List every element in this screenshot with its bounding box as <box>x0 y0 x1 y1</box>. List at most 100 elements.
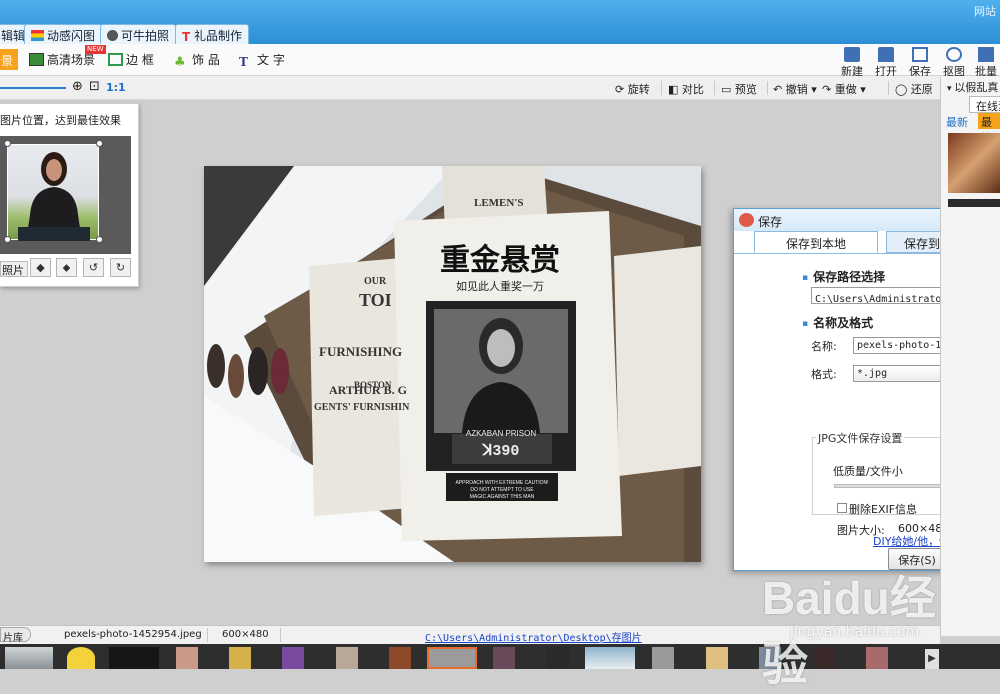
film-thumbnail[interactable] <box>493 647 515 669</box>
landscape-icon <box>29 53 44 66</box>
film-thumbnail[interactable] <box>176 647 198 669</box>
redo-button[interactable]: ↷ 重做 ▾ <box>822 81 866 97</box>
zoom-slider[interactable] <box>0 87 66 89</box>
crop-handle[interactable] <box>4 236 11 243</box>
tab-animated-gif[interactable]: 动感闪图 <box>24 24 103 45</box>
material-panel: ▾ 以假乱真 在线素 最新 最热 <box>940 76 1000 636</box>
site-label[interactable]: 网站 <box>974 3 996 19</box>
film-thumbnail[interactable] <box>5 647 53 669</box>
border-button[interactable]: 边 框 <box>108 51 154 68</box>
restore-button[interactable]: ◯ 还原 <box>895 81 933 97</box>
material-thumbnail[interactable] <box>948 199 1000 207</box>
tab-gift[interactable]: T 礼品制作 <box>175 24 250 45</box>
film-thumbnail[interactable] <box>109 647 159 669</box>
film-thumbnail[interactable] <box>706 647 728 669</box>
divider <box>767 81 768 95</box>
film-thumbnail[interactable] <box>67 647 95 669</box>
panel-tip: 图片位置，达到最佳效果 <box>0 114 121 127</box>
remove-exif-checkbox[interactable] <box>837 503 847 513</box>
tab-hottest[interactable]: 最热 <box>978 113 1000 145</box>
film-thumbnail[interactable] <box>652 647 674 669</box>
flip-horizontal-icon[interactable]: ◆ <box>30 258 51 277</box>
redo-label: 重做 <box>834 83 857 96</box>
fit-screen-icon[interactable]: ⊡ <box>89 79 100 94</box>
divider <box>280 628 281 642</box>
actual-size-button[interactable]: 1:1 <box>106 81 126 94</box>
format-label: 格式: <box>811 368 837 381</box>
file-path-link[interactable]: C:\Users\Administrator\Desktop\存图片 <box>425 629 642 644</box>
hd-scene-label: 高清场景 <box>47 53 96 67</box>
frame-icon <box>108 53 123 66</box>
divider <box>661 81 662 95</box>
film-thumbnail-selected[interactable] <box>427 647 477 669</box>
text-button[interactable]: T文 字 <box>239 51 285 69</box>
scene-button[interactable]: 景 <box>0 49 18 70</box>
tab-label: 可牛拍照 <box>121 29 170 43</box>
rotate-right-icon[interactable]: ↻ <box>110 258 131 277</box>
rotate-button[interactable]: ⟳ 旋转 <box>615 81 650 97</box>
image-dimensions: 600×480 <box>222 629 269 640</box>
preview-button[interactable]: ▭ 预览 <box>721 81 757 97</box>
tab-save-local[interactable]: 保存到本地 <box>754 231 878 253</box>
jpg-group-title: JPG文件保存设置 <box>816 430 905 446</box>
photo-library-button[interactable]: 片库 <box>0 627 31 644</box>
redo-icon: ↷ <box>822 83 835 96</box>
format-value: *.jpg <box>857 368 888 379</box>
compare-button[interactable]: ◧ 对比 <box>668 81 704 97</box>
rotate-left-icon[interactable]: ↺ <box>83 258 104 277</box>
crop-handle[interactable] <box>96 140 103 147</box>
thumbnail-preview <box>0 136 131 254</box>
undo-icon: ↶ <box>773 83 786 96</box>
edit-subtoolbar: ⊕ ⊡ 1:1 ⟳ 旋转 ◧ 对比 ▭ 预览 ↶ 撤销 ▾ ↷ 重做 ▾ ◯ 还… <box>0 76 940 100</box>
news-headline: GENTS' FURNISHIN <box>314 402 410 413</box>
restore-icon: ◯ <box>895 83 911 96</box>
photo-canvas[interactable]: 重金悬赏 如见此人重奖一万 AZKABAN PRISON ꓘ390 APPROA… <box>204 166 701 562</box>
cutout-icon <box>946 47 962 62</box>
flash-icon <box>31 30 44 41</box>
news-headline: LEMEN'S <box>474 197 524 209</box>
film-thumbnail[interactable] <box>336 647 358 669</box>
film-thumbnail[interactable] <box>813 647 835 669</box>
crop-area[interactable] <box>7 144 99 241</box>
undo-dropdown-icon[interactable]: ▾ <box>808 83 817 96</box>
news-headline: BOSTON <box>354 380 392 390</box>
save-button[interactable]: 保存 <box>906 47 934 79</box>
material-thumbnail[interactable] <box>948 133 1000 193</box>
decoration-button[interactable]: ♣ 饰 品 <box>174 51 220 70</box>
tab-camera[interactable]: 可牛拍照 <box>100 24 177 45</box>
title-bar: 网站 辑辑 动感闪图 可牛拍照 T 礼品制作 <box>0 0 1000 45</box>
film-thumbnail[interactable] <box>282 647 304 669</box>
crop-handle[interactable] <box>4 140 11 147</box>
film-thumbnail[interactable] <box>585 647 635 669</box>
redo-dropdown-icon[interactable]: ▾ <box>857 83 866 96</box>
watermark-logo: Baidu经验 <box>762 572 936 690</box>
filmstrip-next-icon[interactable]: ▶ <box>925 649 939 669</box>
film-thumbnail[interactable] <box>866 647 888 669</box>
film-thumbnail[interactable] <box>229 647 251 669</box>
camera-icon <box>107 30 118 41</box>
main-toolbar: 景 高清场景 NEW 边 框 ♣ 饰 品 T 文 字 新建 打开 保存 抠图 批量 <box>0 44 1000 79</box>
app-logo-icon <box>739 213 754 227</box>
new-button[interactable]: 新建 <box>838 47 866 79</box>
crop-handle[interactable] <box>96 236 103 243</box>
undo-button[interactable]: ↶ 撤销 ▾ <box>773 81 817 97</box>
batch-button[interactable]: 批量 <box>972 47 1000 79</box>
open-button[interactable]: 打开 <box>872 47 900 79</box>
folder-icon <box>878 47 894 62</box>
wanted-poster-image: 重金悬赏 如见此人重奖一万 AZKABAN PRISON ꓘ390 APPROA… <box>204 166 701 562</box>
film-thumbnail[interactable] <box>547 647 569 669</box>
zoom-in-icon[interactable]: ⊕ <box>72 79 83 94</box>
cutout-button[interactable]: 抠图 <box>940 47 968 79</box>
tab-newest[interactable]: 最新 <box>946 114 968 130</box>
poster-warning-3: MAGIC AGAINST THIS MAN <box>470 494 535 500</box>
tab-online-material[interactable]: 在线素 <box>969 96 1000 113</box>
photo-position-panel: 图片位置，达到最佳效果 照片 ◆ ⬥ ↺ ↻ <box>0 103 139 287</box>
decoration-label: 饰 品 <box>192 53 220 67</box>
material-panel-title[interactable]: ▾ 以假乱真 <box>941 79 998 95</box>
gift-icon: T <box>182 30 191 44</box>
replace-photo-button[interactable]: 照片 <box>0 261 28 277</box>
film-thumbnail[interactable] <box>389 647 411 669</box>
flip-vertical-icon[interactable]: ⬥ <box>56 258 77 277</box>
new-badge: NEW <box>85 45 106 54</box>
divider <box>888 81 889 95</box>
